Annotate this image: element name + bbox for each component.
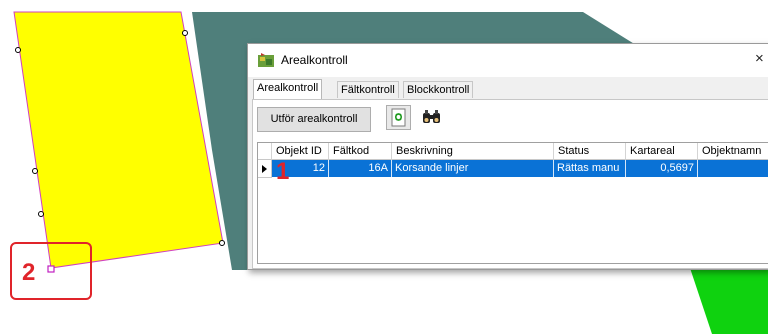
tab-blockkontroll[interactable]: Blockkontroll: [403, 81, 474, 98]
refresh-icon: [391, 108, 406, 127]
table-cell-beskrivning[interactable]: Korsande linjer: [392, 160, 554, 177]
column-header-faltkod[interactable]: Fältkod: [329, 143, 392, 160]
refresh-button[interactable]: [386, 105, 411, 130]
column-header-objektnamn[interactable]: Objektnamn: [698, 143, 768, 160]
tab-faltkontroll[interactable]: Fältkontroll: [337, 81, 399, 98]
binoculars-icon: [423, 110, 440, 123]
column-header-kartareal[interactable]: Kartareal: [626, 143, 698, 160]
tab-arealkontroll[interactable]: Arealkontroll: [253, 79, 323, 99]
close-button[interactable]: ×: [755, 50, 768, 70]
table-cell-objektnamn[interactable]: [698, 160, 768, 177]
map-app-icon: [258, 53, 274, 67]
table-cell-faltkod[interactable]: 16A: [329, 160, 392, 177]
green-area[interactable]: [690, 268, 768, 334]
row-selector[interactable]: [258, 160, 272, 178]
arealkontroll-dialog: Arealkontroll × Arealkontroll Fältkontro…: [247, 43, 768, 270]
table-cell-kartareal[interactable]: 0,5697: [626, 160, 698, 177]
grid-corner: [258, 143, 272, 160]
table-cell-status[interactable]: Rättas manu: [554, 160, 626, 177]
window-title: Arealkontroll: [281, 53, 348, 67]
run-arealkontroll-button[interactable]: Utför arealkontroll: [257, 107, 371, 132]
title-bar[interactable]: Arealkontroll ×: [248, 44, 768, 77]
current-row-arrow-icon: [262, 165, 267, 173]
tab-panel-arealkontroll: Utför arealkontroll Objekt ID Fältkod Be…: [252, 99, 768, 269]
annotation-marker-1: 1: [276, 158, 290, 185]
yellow-field-polygon[interactable]: [13, 11, 224, 269]
annotation-marker-2: 2: [22, 259, 36, 286]
column-header-status[interactable]: Status: [554, 143, 626, 160]
result-grid[interactable]: Objekt ID Fältkod Beskrivning Status Kar…: [257, 142, 768, 264]
search-button[interactable]: [419, 105, 444, 130]
column-header-beskrivning[interactable]: Beskrivning: [392, 143, 554, 160]
